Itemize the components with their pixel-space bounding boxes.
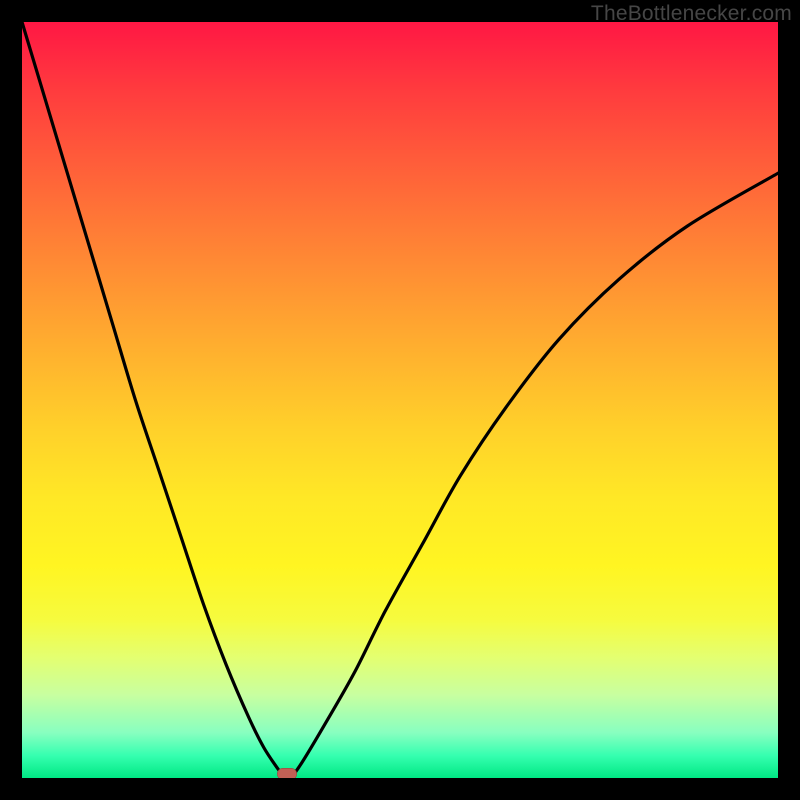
minimum-marker [277,768,297,778]
chart-frame: TheBottlenecker.com [0,0,800,800]
bottleneck-curve [22,22,778,778]
attribution-text: TheBottlenecker.com [591,2,792,26]
plot-area [22,22,778,778]
